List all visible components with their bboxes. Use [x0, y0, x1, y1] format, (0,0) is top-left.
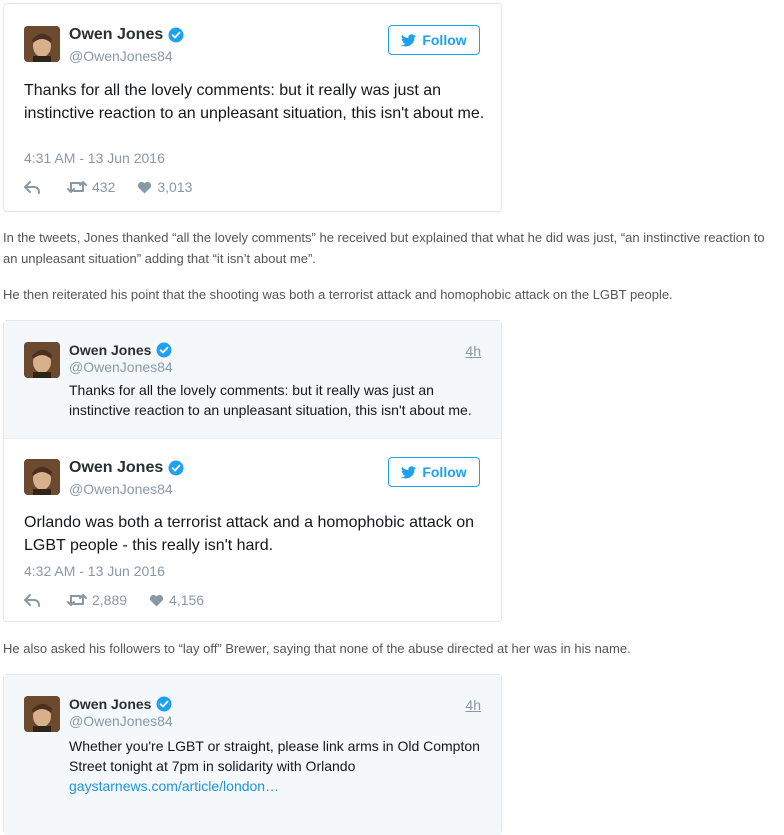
author-name[interactable]: Owen Jones	[69, 696, 172, 712]
author-handle[interactable]: @OwenJones84	[69, 48, 173, 64]
like-button[interactable]: 3,013	[137, 179, 192, 195]
retweet-count: 432	[92, 179, 116, 195]
tweet-card-3: Owen Jones @OwenJones84 4h Whether you'r…	[3, 674, 502, 835]
tweet-text: Whether you're LGBT or straight, please …	[69, 738, 480, 794]
tweet-timestamp[interactable]: 4:32 AM - 13 Jun 2016	[24, 563, 165, 579]
tweet-card-1: Owen Jones @OwenJones84 Follow Thanks fo…	[3, 3, 502, 212]
tweet-relative-time[interactable]: 4h	[465, 343, 481, 359]
tweet-actions: 2,889 4,156	[24, 592, 204, 608]
avatar[interactable]	[24, 26, 60, 62]
tweet-text: Orlando was both a terrorist attack and …	[24, 514, 475, 554]
avatar[interactable]	[24, 459, 60, 495]
retweet-button[interactable]: 2,889	[67, 592, 127, 608]
tweet-timestamp[interactable]: 4:31 AM - 13 Jun 2016	[24, 150, 165, 166]
like-count: 3,013	[157, 179, 193, 195]
article-paragraph: In the tweets, Jones thanked “all the lo…	[3, 230, 765, 266]
reply-button[interactable]	[24, 593, 45, 607]
author-name[interactable]: Owen Jones	[69, 459, 184, 477]
twitter-bird-icon	[401, 465, 417, 478]
tweet-text: Thanks for all the lovely comments: but …	[24, 82, 485, 122]
in-reply-to-tweet[interactable]: Owen Jones @OwenJones84 4h Thanks for al…	[4, 321, 501, 439]
in-reply-to-tweet[interactable]: Owen Jones @OwenJones84 4h Whether you'r…	[4, 675, 501, 835]
heart-icon	[149, 594, 164, 607]
article-paragraph: He also asked his followers to “lay off”…	[3, 641, 631, 656]
tweet-card-2: Owen Jones @OwenJones84 4h Thanks for al…	[3, 320, 502, 622]
twitter-bird-icon	[401, 33, 417, 46]
tweet-link[interactable]: gaystarnews.com/article/london…	[69, 778, 279, 794]
author-handle[interactable]: @OwenJones84	[69, 713, 173, 729]
verified-badge-icon	[156, 696, 172, 712]
verified-badge-icon	[168, 460, 184, 476]
tweet-actions: 432 3,013	[24, 179, 192, 195]
article-paragraph: He then reiterated his point that the sh…	[3, 287, 673, 302]
verified-badge-icon	[168, 27, 184, 43]
avatar[interactable]	[24, 696, 60, 732]
retweet-icon	[67, 181, 87, 193]
reply-button[interactable]	[24, 180, 45, 194]
like-count: 4,156	[169, 592, 205, 608]
author-handle[interactable]: @OwenJones84	[69, 359, 173, 375]
avatar[interactable]	[24, 342, 60, 378]
author-name[interactable]: Owen Jones	[69, 342, 172, 358]
retweet-button[interactable]: 432	[67, 179, 115, 195]
tweet-text: Thanks for all the lovely comments: but …	[69, 382, 472, 418]
tweet-relative-time[interactable]: 4h	[465, 697, 481, 713]
like-button[interactable]: 4,156	[149, 592, 204, 608]
reply-icon	[24, 593, 40, 607]
author-name[interactable]: Owen Jones	[69, 26, 184, 44]
retweet-count: 2,889	[92, 592, 128, 608]
reply-icon	[24, 180, 40, 194]
follow-button[interactable]: Follow	[388, 25, 480, 55]
verified-badge-icon	[156, 342, 172, 358]
author-handle[interactable]: @OwenJones84	[69, 481, 173, 497]
retweet-icon	[67, 594, 87, 606]
heart-icon	[138, 181, 152, 194]
follow-button[interactable]: Follow	[388, 457, 480, 487]
